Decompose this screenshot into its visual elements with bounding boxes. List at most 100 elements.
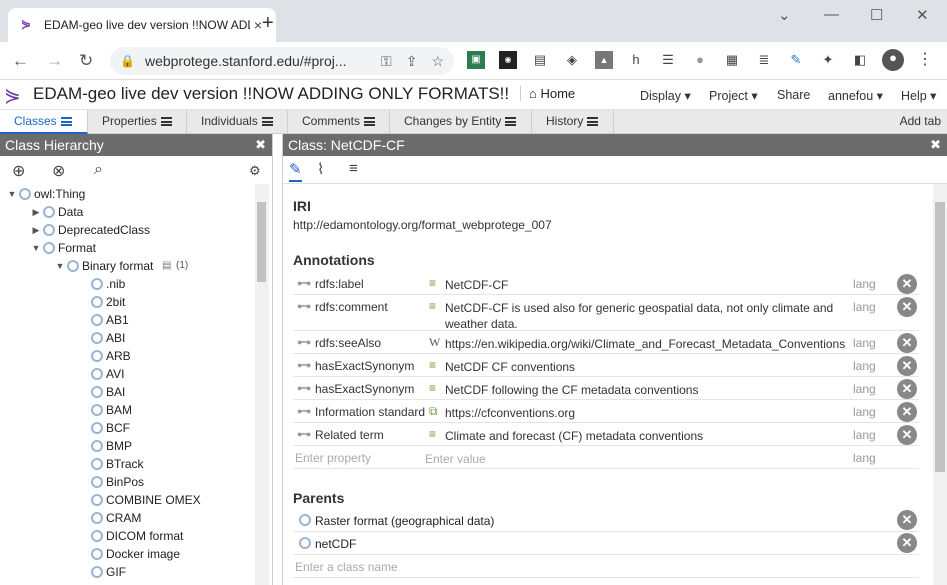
expand-arrow-icon[interactable]: ▶ <box>30 221 42 239</box>
extension-checklist-icon[interactable]: ≣ <box>755 51 773 69</box>
tree-node[interactable]: Docker image <box>0 545 255 563</box>
collapse-arrow-icon[interactable]: ▼ <box>6 185 18 203</box>
scrollbar-thumb[interactable] <box>935 202 945 472</box>
annotation-value[interactable]: Climate and forecast (CF) metadata conve… <box>445 428 849 444</box>
tree-scrollbar[interactable] <box>255 184 269 585</box>
menu-user[interactable]: annefou ▾ <box>828 88 883 103</box>
tab-individuals[interactable]: Individuals <box>187 110 288 134</box>
forward-icon[interactable]: → <box>46 51 63 71</box>
tab-changes-by-entity[interactable]: Changes by Entity <box>390 110 532 134</box>
tree-node[interactable]: ARB <box>0 347 255 365</box>
extension-circle-icon[interactable]: ● <box>691 51 709 69</box>
tree-node[interactable]: COMBINE OMEX <box>0 491 255 509</box>
close-panel-icon[interactable]: ✖ <box>255 134 266 156</box>
annotation-property[interactable]: rdfs:comment <box>315 300 425 314</box>
annotation-value[interactable]: https://cfconventions.org <box>445 405 849 421</box>
tree-node[interactable]: BTrack <box>0 455 255 473</box>
menu-project[interactable]: Project ▾ <box>709 88 758 103</box>
extension-arrow-icon[interactable]: ▲ <box>595 51 613 69</box>
scrollbar-thumb[interactable] <box>257 202 266 282</box>
menu-help[interactable]: Help ▾ <box>901 88 936 103</box>
parent-class-label[interactable]: netCDF <box>315 537 356 551</box>
settings-sliders-icon[interactable]: ⚙ <box>249 163 261 179</box>
enter-value-input[interactable]: Enter value <box>425 451 829 467</box>
annotation-lang[interactable]: lang <box>853 428 876 442</box>
extension-list-icon[interactable]: ☰ <box>659 51 677 69</box>
tree-node[interactable]: ABI <box>0 329 255 347</box>
tree-node[interactable]: ▶ DeprecatedClass <box>0 221 255 239</box>
annotation-lang[interactable]: lang <box>853 405 876 419</box>
delete-class-icon[interactable]: ⊗ <box>52 161 65 181</box>
extension-doc-icon[interactable]: ▤ <box>531 51 549 69</box>
search-icon[interactable]: ⌕ <box>94 161 103 179</box>
delete-parent-button[interactable]: ✕ <box>897 533 917 553</box>
expand-arrow-icon[interactable]: ▶ <box>30 203 42 221</box>
delete-annotation-button[interactable]: ✕ <box>897 379 917 399</box>
annotation-property[interactable]: rdfs:label <box>315 277 425 291</box>
parent-class-label[interactable]: Raster format (geographical data) <box>315 514 494 528</box>
tree-node[interactable]: AVI <box>0 365 255 383</box>
minimize-icon[interactable]: — <box>824 6 839 23</box>
enter-property-input[interactable]: Enter property <box>295 451 405 465</box>
tree-node[interactable]: BinPos <box>0 473 255 491</box>
delete-annotation-button[interactable]: ✕ <box>897 297 917 317</box>
enter-class-name-input[interactable]: Enter a class name <box>295 560 398 574</box>
extension-cube-icon[interactable]: ◈ <box>563 51 581 69</box>
delete-annotation-button[interactable]: ✕ <box>897 402 917 422</box>
annotation-lang[interactable]: lang <box>853 382 876 396</box>
tab-comments[interactable]: Comments <box>288 110 390 134</box>
tree-node[interactable]: AB1 <box>0 311 255 329</box>
tree-node[interactable]: DICOM format <box>0 527 255 545</box>
enter-lang-input[interactable]: lang <box>853 451 876 465</box>
menu-display[interactable]: Display ▾ <box>640 88 691 103</box>
tree-node[interactable]: BCF <box>0 419 255 437</box>
extensions-puzzle-icon[interactable]: ✦ <box>819 51 837 69</box>
extension-file-icon[interactable]: ▦ <box>723 51 741 69</box>
annotation-property[interactable]: rdfs:seeAlso <box>315 336 425 350</box>
axiom-edit-icon[interactable]: ⌇ <box>317 160 324 178</box>
extension-feather-icon[interactable]: ✎ <box>787 51 805 69</box>
address-bar[interactable]: 🔒 webprotege.stanford.edu/#proj... ⚿ ⇪ ☆ <box>110 47 454 75</box>
reload-icon[interactable]: ↻ <box>79 51 93 71</box>
editor-scrollbar[interactable] <box>933 184 947 585</box>
tree-node[interactable]: CRAM <box>0 509 255 527</box>
tree-node[interactable]: 2bit <box>0 293 255 311</box>
annotation-property[interactable]: Related term <box>315 428 425 442</box>
annotation-lang[interactable]: lang <box>853 277 876 291</box>
share-icon[interactable]: ⇪ <box>406 53 418 70</box>
browser-menu-icon[interactable]: ⋮ <box>916 51 934 69</box>
tree-node[interactable]: BMP <box>0 437 255 455</box>
collapse-arrow-icon[interactable]: ▼ <box>30 239 42 257</box>
annotation-value[interactable]: NetCDF CF conventions <box>445 359 849 375</box>
comment-icon[interactable]: ▤ <box>162 257 171 275</box>
tree-node[interactable]: .nib <box>0 275 255 293</box>
chevron-down-icon[interactable]: ⌄ <box>778 6 791 24</box>
menu-share[interactable]: Share <box>777 88 810 102</box>
tree-node[interactable]: ▼ Binary format ▤ (1) <box>0 257 255 275</box>
back-icon[interactable]: ← <box>12 51 29 71</box>
annotation-lang[interactable]: lang <box>853 359 876 373</box>
sidebar-toggle-icon[interactable]: ◧ <box>851 51 869 69</box>
avatar[interactable]: ● <box>882 49 904 71</box>
delete-parent-button[interactable]: ✕ <box>897 510 917 530</box>
annotation-lang[interactable]: lang <box>853 300 876 314</box>
browser-tab[interactable]: ⋟ EDAM-geo live dev version !!NOW ADDING… <box>8 8 276 42</box>
tree-node[interactable]: ▶ Data <box>0 203 255 221</box>
delete-annotation-button[interactable]: ✕ <box>897 356 917 376</box>
add-tab-button[interactable]: Add tab <box>900 110 941 133</box>
annotation-lang[interactable]: lang <box>853 336 876 350</box>
key-icon[interactable]: ⚿ <box>381 53 392 70</box>
window-close-icon[interactable]: ✕ <box>916 6 929 24</box>
delete-annotation-button[interactable]: ✕ <box>897 274 917 294</box>
annotation-value[interactable]: https://en.wikipedia.org/wiki/Climate_an… <box>445 336 849 352</box>
extension-image-icon[interactable]: ▣ <box>467 51 485 69</box>
annotation-property[interactable]: hasExactSynonym <box>315 382 425 396</box>
history-list-icon[interactable]: ≡ <box>349 160 358 177</box>
delete-annotation-button[interactable]: ✕ <box>897 333 917 353</box>
extension-dark-icon[interactable]: ◉ <box>499 51 517 69</box>
annotation-value[interactable]: NetCDF-CF <box>445 277 849 293</box>
tab-properties[interactable]: Properties <box>88 110 187 134</box>
annotation-value[interactable]: NetCDF following the CF metadata convent… <box>445 382 849 398</box>
new-tab-button[interactable]: + <box>262 12 274 35</box>
edit-pencil-icon[interactable]: ✎ <box>289 160 302 182</box>
